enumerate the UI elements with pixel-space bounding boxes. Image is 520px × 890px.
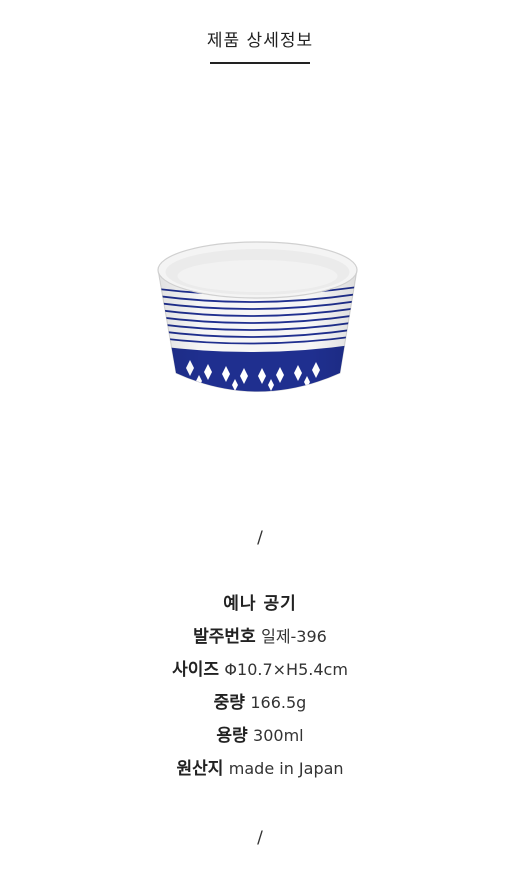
section-separator-bottom: / (257, 828, 263, 848)
spec-label: 사이즈 (172, 660, 220, 680)
spec-value: Φ10.7×H5.4cm (224, 660, 348, 679)
spec-row-capacity: 용량 300ml (0, 722, 520, 755)
spec-row-order-number: 발주번호 일제-396 (0, 623, 520, 656)
spec-label: 발주번호 (193, 627, 256, 647)
spec-row-origin: 원산지 made in Japan (0, 755, 520, 788)
spec-value: 166.5g (250, 693, 307, 712)
spec-value: made in Japan (228, 759, 344, 778)
spec-label: 원산지 (176, 759, 224, 779)
title-underline (210, 62, 310, 64)
product-name: 예나 공기 (223, 594, 297, 614)
spec-label: 용량 (216, 726, 248, 746)
spec-value: 일제-396 (261, 627, 327, 646)
spec-value: 300ml (253, 726, 304, 745)
spec-label: 중량 (213, 693, 245, 713)
product-image (157, 241, 358, 392)
spec-row-weight: 중량 166.5g (0, 689, 520, 722)
section-separator: / (257, 528, 263, 548)
product-specs: 예나 공기 발주번호 일제-396 사이즈 Φ10.7×H5.4cm 중량 16… (0, 590, 520, 788)
spec-row-size: 사이즈 Φ10.7×H5.4cm (0, 656, 520, 689)
page-title: 제품 상세정보 (206, 31, 314, 51)
